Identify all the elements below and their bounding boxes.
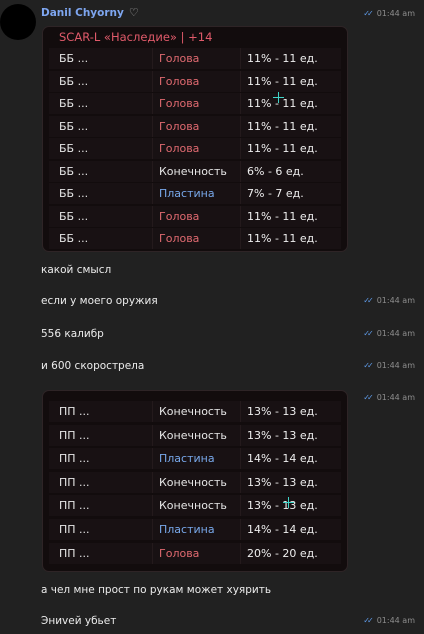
row-zone-cell: Голова — [153, 70, 241, 92]
table-row: ПП ... Конечность 13% - 13 ед. — [49, 471, 341, 493]
row-zone-cell: Голова — [153, 205, 241, 227]
card-title: SCAR-L «Наследие» | +14 — [59, 30, 213, 44]
row-ammo-cell: ББ ... — [49, 138, 153, 159]
sender-name[interactable]: Danil Chyorny — [41, 7, 124, 19]
crosshair-cursor-icon — [273, 92, 284, 103]
double-check-icon: ✓✓ — [363, 329, 374, 338]
row-damage-cell: 11% - 11 ед. — [247, 97, 318, 110]
damage-table-card[interactable]: ПП ... Конечность 13% - 13 ед. ПП ... Конечн… — [42, 390, 348, 572]
row-ammo-cell: ББ ... — [49, 160, 153, 182]
row-zone-cell: Конечность — [153, 471, 241, 493]
table-row: ПП ... Пластина 14% - 14 ед. — [49, 519, 341, 540]
row-damage-cell: 13% - 13 ед. — [247, 475, 318, 489]
table-row: ББ ... Пластина 7% - 7 ед. — [49, 183, 341, 204]
row-ammo-cell: ББ ... — [49, 183, 153, 204]
message-time: 01:44 am — [376, 9, 415, 18]
crosshair-cursor-icon — [283, 497, 294, 508]
double-check-icon: ✓✓ — [363, 361, 374, 370]
message-text: а чел мне прост по рукам может хуярить — [41, 584, 272, 596]
row-ammo-cell: ББ ... — [49, 228, 153, 249]
message-time: 01:44 am — [376, 361, 415, 370]
message-text: какой смысл — [41, 264, 112, 276]
row-damage-cell: 14% - 14 ед. — [247, 452, 318, 466]
table-row: ББ ... Голова 11% - 11 ед. — [49, 48, 341, 69]
double-check-icon: ✓✓ — [363, 393, 374, 402]
row-zone-cell: Голова — [153, 542, 241, 564]
row-damage-cell: 11% - 11 ед. — [247, 52, 318, 65]
row-zone-cell: Голова — [153, 115, 241, 137]
row-damage-cell: 11% - 11 ед. — [247, 119, 318, 133]
row-zone-cell: Голова — [153, 93, 241, 114]
row-zone-cell: Голова — [153, 48, 241, 69]
row-damage-cell: 11% - 11 ед. — [247, 142, 318, 155]
damage-table-card[interactable]: SCAR-L «Наследие» | +14 ББ ... Голова 11% … — [42, 26, 348, 252]
double-check-icon: ✓✓ — [363, 616, 374, 625]
table-row: ПП ... Голова 20% - 20 ед. — [49, 542, 341, 564]
row-damage-cell: 6% - 6 ед. — [247, 164, 304, 178]
table-row: ББ ... Конечность 6% - 6 ед. — [49, 160, 341, 182]
row-ammo-cell: ББ ... — [49, 70, 153, 92]
table-row: ББ ... Голова 11% - 11 ед. — [49, 228, 341, 249]
row-damage-cell: 13% - 13 ед. — [247, 405, 318, 418]
row-zone-cell: Конечность — [153, 401, 241, 422]
row-ammo-cell: ББ ... — [49, 115, 153, 137]
message-text: если у моего оружия — [41, 295, 158, 307]
row-ammo-cell: ПП ... — [49, 448, 153, 470]
message-text: и 600 скорострела — [41, 360, 145, 372]
row-damage-cell: 11% - 11 ед. — [247, 74, 318, 88]
row-ammo-cell: ПП ... — [49, 495, 153, 517]
message-text: Эниvей убьет — [41, 615, 117, 627]
row-zone-cell: Конечность — [153, 160, 241, 182]
row-ammo-cell: ПП ... — [49, 471, 153, 493]
row-zone-cell: Голова — [153, 228, 241, 249]
message-time: 01:44 am — [376, 393, 415, 402]
message-time: 01:44 am — [376, 329, 415, 338]
message-text: 556 калибр — [41, 328, 104, 340]
table-row: ПП ... Конечность 13% - 13 ед. — [49, 424, 341, 446]
message-meta: ✓✓ 01:44 am — [363, 296, 415, 305]
row-ammo-cell: ББ ... — [49, 48, 153, 69]
row-zone-cell: Пластина — [153, 519, 241, 540]
table-row: ПП ... Конечность 13% - 13 ед. — [49, 401, 341, 422]
row-damage-cell: 11% - 11 ед. — [247, 209, 318, 223]
message-time: 01:44 am — [376, 296, 415, 305]
message-meta: ✓✓ 01:44 am — [363, 361, 415, 370]
row-ammo-cell: ПП ... — [49, 519, 153, 540]
message-meta: ✓✓ 01:44 am — [363, 9, 415, 18]
row-zone-cell: Пластина — [153, 183, 241, 204]
row-zone-cell: Голова — [153, 138, 241, 159]
row-ammo-cell: ББ ... — [49, 93, 153, 114]
row-damage-cell: 11% - 11 ед. — [247, 232, 318, 245]
message-meta: ✓✓ 01:44 am — [363, 616, 415, 625]
table-row: ББ ... Голова 11% - 11 ед. — [49, 115, 341, 137]
double-check-icon: ✓✓ — [363, 9, 374, 18]
row-damage-cell: 13% - 13 ед. — [247, 428, 318, 442]
table-row: ББ ... Голова 11% - 11 ед. — [49, 138, 341, 159]
table-row: ББ ... Голова 11% - 11 ед. — [49, 70, 341, 92]
table-row: ПП ... Пластина 14% - 14 ед. — [49, 448, 341, 470]
row-zone-cell: Пластина — [153, 448, 241, 470]
row-damage-cell: 14% - 14 ед. — [247, 523, 318, 536]
row-ammo-cell: ББ ... — [49, 205, 153, 227]
table-row: ББ ... Голова 11% - 11 ед. — [49, 93, 341, 114]
message-meta: ✓✓ 01:44 am — [363, 329, 415, 338]
row-ammo-cell: ПП ... — [49, 542, 153, 564]
row-zone-cell: Конечность — [153, 495, 241, 517]
row-ammo-cell: ПП ... — [49, 401, 153, 422]
row-ammo-cell: ПП ... — [49, 424, 153, 446]
avatar[interactable] — [0, 4, 36, 40]
sender-name-row: Danil Chyorny ♡ — [41, 6, 139, 19]
table-row: ББ ... Голова 11% - 11 ед. — [49, 205, 341, 227]
message-meta: ✓✓ 01:44 am — [363, 393, 415, 402]
row-damage-cell: 20% - 20 ед. — [247, 546, 318, 560]
table-row: ПП ... Конечность 13% - 13 ед. — [49, 495, 341, 517]
row-damage-cell: 7% - 7 ед. — [247, 187, 304, 200]
double-check-icon: ✓✓ — [363, 296, 374, 305]
heart-icon: ♡ — [128, 6, 139, 19]
message-time: 01:44 am — [376, 616, 415, 625]
row-zone-cell: Конечность — [153, 424, 241, 446]
